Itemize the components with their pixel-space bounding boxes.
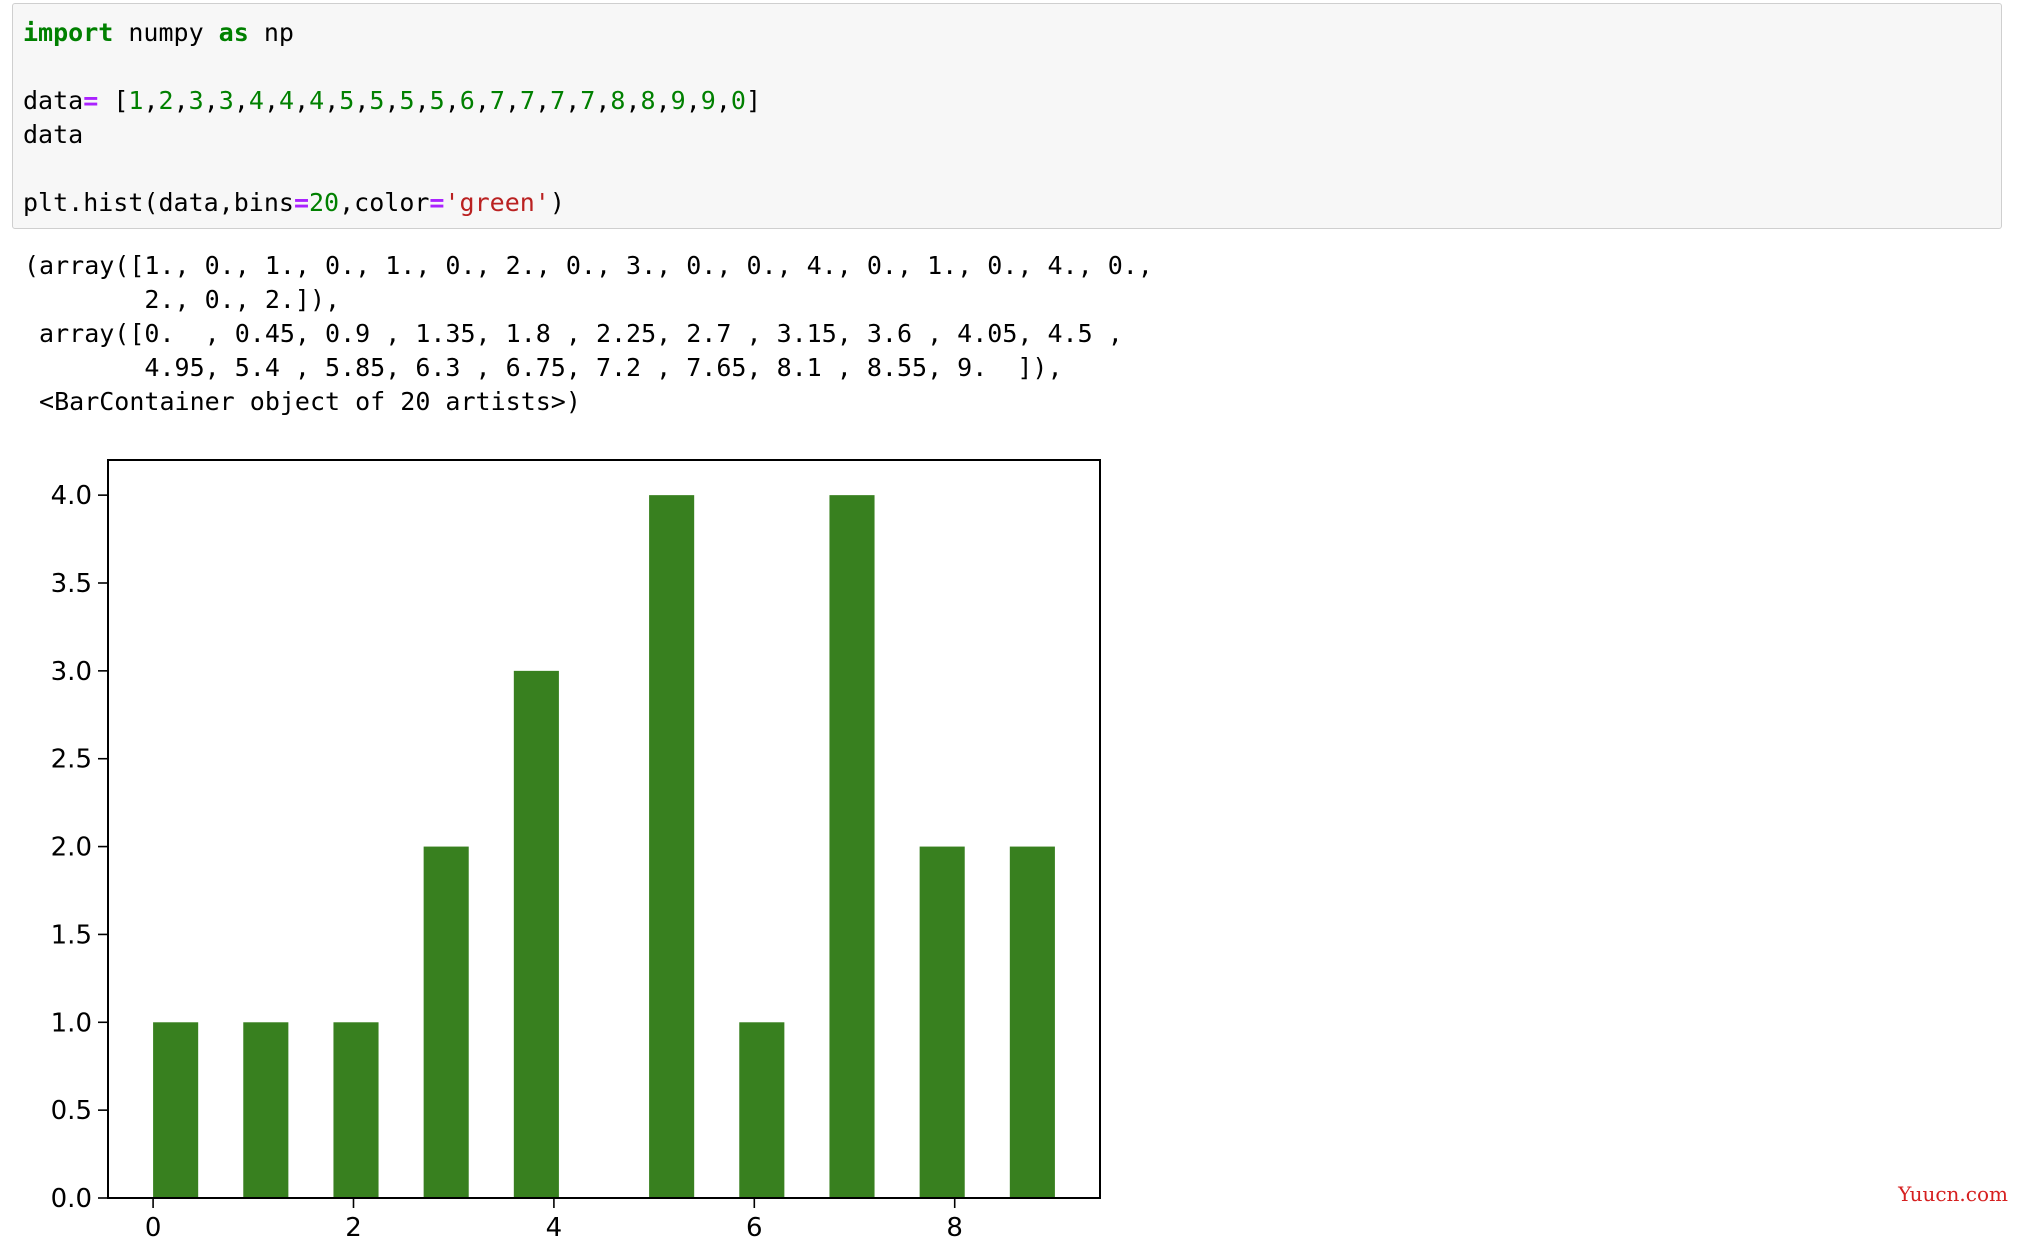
x-tick-label: 6: [746, 1213, 763, 1243]
code-token: ,: [384, 86, 400, 115]
code-token: 9: [700, 86, 716, 115]
code-token: ,: [655, 86, 671, 115]
histogram-bar: [423, 846, 469, 1198]
code-token: 4: [248, 86, 264, 115]
code-token: data: [23, 86, 84, 115]
y-tick-label: 2.5: [51, 745, 92, 775]
y-tick-label: 4.0: [51, 481, 92, 511]
output-line: 2., 0., 2.]),: [24, 285, 341, 314]
code-token: plt.hist(data,bins: [23, 188, 294, 217]
code-token: import: [23, 18, 114, 47]
y-tick-label: 0.0: [51, 1184, 92, 1214]
histogram-bar: [333, 1022, 379, 1198]
code-token: ,: [354, 86, 370, 115]
y-tick-label: 1.5: [51, 920, 92, 950]
code-token: =: [429, 188, 445, 217]
code-line: data= [1,2,3,3,4,4,4,5,5,5,5,6,7,7,7,7,8…: [23, 86, 761, 116]
code-token: 8: [610, 86, 626, 115]
code-token: 7: [580, 86, 596, 115]
x-tick-label: 0: [145, 1213, 162, 1243]
code-line: data: [23, 120, 83, 150]
histogram-bar: [919, 846, 965, 1198]
code-token: 5: [339, 86, 355, 115]
code-token: ,: [625, 86, 641, 115]
code-token: ,: [504, 86, 521, 115]
histogram-bar: [153, 1022, 199, 1198]
code-token: np: [248, 18, 294, 47]
output-line: (array([1., 0., 1., 0., 1., 0., 2., 0., …: [24, 251, 1153, 280]
code-token: ,: [143, 86, 159, 115]
code-token: 3: [218, 86, 234, 115]
code-token: 0: [730, 86, 746, 115]
code-token: ,: [685, 86, 701, 115]
code-token: 7: [550, 86, 566, 115]
watermark: Yuucn.com: [1898, 1182, 2008, 1206]
code-token: ): [549, 188, 565, 217]
code-token: ,: [474, 86, 490, 115]
code-token: ,: [535, 86, 551, 115]
code-token: ,: [203, 86, 219, 115]
output-line: 4.95, 5.4 , 5.85, 6.3 , 6.75, 7.2 , 7.65…: [24, 353, 1063, 382]
code-token: numpy: [113, 18, 219, 47]
histogram-bar: [513, 670, 559, 1198]
code-token: 1: [128, 86, 144, 115]
code-token: as: [218, 18, 249, 47]
histogram-bar: [829, 495, 875, 1199]
y-tick-label: 3.0: [51, 657, 92, 687]
code-token: ,: [324, 86, 340, 115]
code-token: =: [83, 86, 99, 115]
y-tick-label: 3.5: [51, 569, 92, 599]
code-token: 'green': [444, 188, 550, 217]
code-token: ,: [414, 86, 430, 115]
code-token: 4: [309, 86, 325, 115]
y-tick-label: 1.0: [51, 1008, 92, 1038]
cell-output: (array([1., 0., 1., 0., 1., 0., 2., 0., …: [24, 249, 1153, 419]
histogram-bar: [739, 1022, 785, 1198]
code-token: 7: [520, 86, 536, 115]
code-line: import numpy as np: [23, 18, 294, 48]
code-token: ,: [444, 86, 460, 115]
code-line: plt.hist(data,bins=20,color='green'): [23, 188, 565, 218]
output-line: array([0. , 0.45, 0.9 , 1.35, 1.8 , 2.25…: [24, 319, 1123, 348]
code-token: =: [293, 188, 309, 217]
code-cell[interactable]: import numpy as np data= [1,2,3,3,4,4,4,5…: [12, 3, 2002, 229]
x-tick-label: 2: [345, 1213, 362, 1243]
code-token: ,: [173, 86, 189, 115]
code-token: 9: [670, 86, 686, 115]
code-token: ,: [233, 86, 249, 115]
code-token: 3: [188, 86, 204, 115]
x-tick-label: 4: [546, 1213, 563, 1243]
code-token: ,: [263, 86, 280, 115]
code-token: ,: [595, 86, 611, 115]
code-token: 2: [158, 86, 174, 115]
code-token: [: [98, 86, 129, 115]
code-token: 5: [369, 86, 385, 115]
code-token: ]: [745, 86, 762, 115]
code-token: 4: [279, 86, 295, 115]
y-tick-label: 2.0: [51, 833, 92, 863]
code-token: ,: [715, 86, 731, 115]
code-token: ,: [565, 86, 581, 115]
x-tick-label: 8: [946, 1213, 963, 1243]
code-token: 5: [429, 86, 445, 115]
histogram-bar: [649, 495, 695, 1199]
y-tick-label: 0.5: [51, 1096, 92, 1126]
code-token: 5: [399, 86, 415, 115]
histogram-bar: [1009, 846, 1055, 1198]
code-token: data: [23, 120, 84, 149]
code-token: 20: [309, 188, 340, 217]
histogram-bar: [243, 1022, 289, 1198]
code-token: ,color: [339, 188, 430, 217]
code-token: 6: [459, 86, 475, 115]
histogram-plot: 0.0 0.5 1.0 1.5 2.0 2.5 3.0 3.5 4.0 0 2 4 6 8: [51, 459, 1101, 1243]
code-token: ,: [294, 86, 310, 115]
output-line: <BarContainer object of 20 artists>): [24, 387, 581, 416]
code-token: 7: [489, 86, 505, 115]
code-token: 8: [640, 86, 656, 115]
